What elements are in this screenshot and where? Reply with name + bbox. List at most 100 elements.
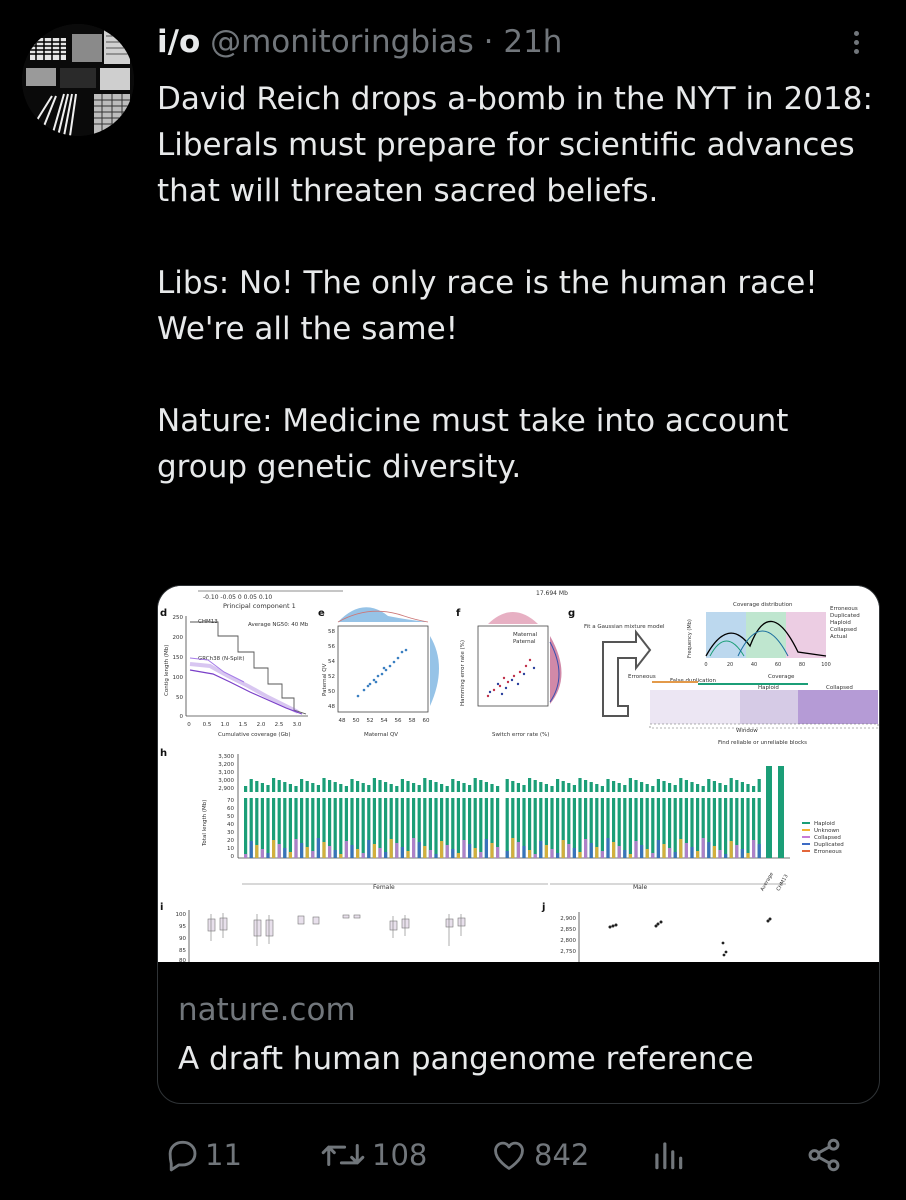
svg-text:54: 54: [328, 659, 335, 665]
figure-panels: -0.10 -0.05 0 0.05 0.10 Principal compon…: [158, 586, 879, 964]
svg-text:40: 40: [227, 822, 234, 828]
svg-text:Coverage: Coverage: [768, 674, 795, 680]
figure-bar-top: [294, 786, 298, 792]
svg-text:48: 48: [328, 704, 335, 710]
pc-ticks: -0.10 -0.05 0 0.05 0.10: [203, 594, 272, 601]
figure-bar-segment: [645, 849, 649, 858]
figure-bar-segment: [484, 839, 488, 858]
figure-bar-top: [550, 786, 554, 792]
figure-bar-summary: [766, 766, 772, 858]
figure-bar-top: [496, 786, 500, 792]
figure-bar-segment: [740, 849, 744, 858]
figure-bar-segment: [277, 844, 281, 858]
svg-text:40: 40: [751, 662, 757, 668]
figure-bar-segment: [316, 838, 320, 858]
figure-bar-top: [505, 779, 509, 792]
like-icon: [494, 1141, 524, 1170]
figure-bar-top: [528, 778, 532, 792]
figure-bar-top: [372, 778, 376, 792]
more-options-icon[interactable]: [846, 28, 866, 68]
figure-bar-top: [668, 783, 672, 792]
figure-bar-segment: [434, 854, 438, 858]
card-title[interactable]: A draft human pangenome reference: [178, 1041, 754, 1077]
figure-bar-top: [305, 781, 309, 792]
svg-text:3.0: 3.0: [293, 722, 302, 728]
figure-bar-segment: [556, 853, 560, 858]
display-name[interactable]: i/o: [157, 24, 200, 60]
svg-text:20: 20: [227, 838, 234, 844]
figure-bar-segment: [400, 847, 404, 858]
avatar[interactable]: [22, 24, 134, 136]
figure-bar-segment: [606, 838, 610, 858]
figure-bar-top: [516, 783, 520, 792]
figure-bar-top: [628, 778, 632, 792]
figure-bar-segment: [718, 850, 722, 858]
figure-bar-segment: [707, 842, 711, 858]
figure-bar-bottom: [311, 798, 315, 858]
figure-bar-bottom: [406, 798, 410, 858]
figure-bar-top: [544, 784, 548, 792]
figure-bar-segment: [272, 840, 276, 858]
repost-icon: [321, 1143, 365, 1167]
figure-bar-top: [255, 781, 259, 792]
svg-text:Male: Male: [633, 884, 648, 891]
figure-bar-segment: [684, 843, 688, 858]
svg-text:0.5: 0.5: [203, 722, 212, 728]
figure-bar-segment: [344, 841, 348, 858]
user-handle[interactable]: @monitoringbias: [210, 24, 474, 60]
figure-bar-top: [757, 779, 761, 792]
svg-text:Paternal QV: Paternal QV: [322, 663, 328, 696]
figure-bar-segment: [266, 853, 270, 858]
share-button[interactable]: [804, 1135, 844, 1175]
like-button[interactable]: 842: [488, 1135, 589, 1175]
figure-bar-top: [389, 784, 393, 792]
svg-text:3,000: 3,000: [218, 778, 234, 784]
svg-text:100: 100: [821, 662, 831, 668]
svg-text:Erroneous: Erroneous: [830, 606, 858, 612]
figure-bar-top: [361, 783, 365, 792]
figure-bar-segment: [572, 848, 576, 858]
figure-bar-top: [679, 778, 683, 792]
timestamp[interactable]: 21h: [503, 24, 562, 60]
figure-bar-segment: [294, 839, 298, 858]
figure-bar-top: [724, 785, 728, 792]
svg-text:Haploid: Haploid: [830, 620, 851, 626]
figure-bar-bottom: [384, 798, 388, 858]
figure-bar-top: [746, 784, 750, 792]
figure-bar-segment: [690, 847, 694, 858]
panel-label-e: e: [318, 608, 325, 619]
figure-bar-top: [572, 785, 576, 792]
figure-bar-top: [456, 781, 460, 792]
figure-bar-segment: [451, 849, 455, 858]
figure-bar-bottom: [696, 798, 700, 858]
figure-bar-bottom: [528, 798, 532, 858]
svg-text:2,850: 2,850: [560, 927, 576, 933]
figure-bar-segment: [412, 838, 416, 858]
svg-text:Maternal QV: Maternal QV: [364, 732, 398, 738]
panel-label-i: i: [160, 902, 163, 913]
figure-bar-segment: [673, 852, 677, 858]
figure-bar-top: [684, 780, 688, 792]
svg-text:56: 56: [395, 718, 402, 724]
svg-text:2,900: 2,900: [560, 916, 576, 922]
figure-bar-top: [417, 785, 421, 792]
figure-bar-segment: [634, 841, 638, 858]
figure-bar-top: [277, 780, 281, 792]
link-card[interactable]: -0.10 -0.05 0 0.05 0.10 Principal compon…: [157, 585, 880, 1104]
svg-text:50: 50: [353, 718, 360, 724]
figure-bar-segment: [628, 854, 632, 858]
svg-text:Unknown: Unknown: [814, 828, 840, 834]
figure-bar-segment: [244, 854, 248, 858]
figure-bar-segment: [617, 846, 621, 858]
svg-text:Actual: Actual: [830, 634, 848, 640]
repost-count: 108: [372, 1138, 428, 1172]
reply-button[interactable]: 11: [163, 1135, 242, 1175]
svg-text:2,800: 2,800: [560, 938, 576, 944]
repost-button[interactable]: 108: [318, 1135, 427, 1175]
tweet-paragraph: Libs: No! The only race is the human rac…: [157, 265, 818, 347]
figure-bar-top: [595, 784, 599, 792]
figure-bar-top: [400, 779, 404, 792]
views-button[interactable]: [648, 1135, 688, 1175]
figure-bar-segment: [288, 852, 292, 858]
figure-bar-segment: [406, 851, 410, 858]
